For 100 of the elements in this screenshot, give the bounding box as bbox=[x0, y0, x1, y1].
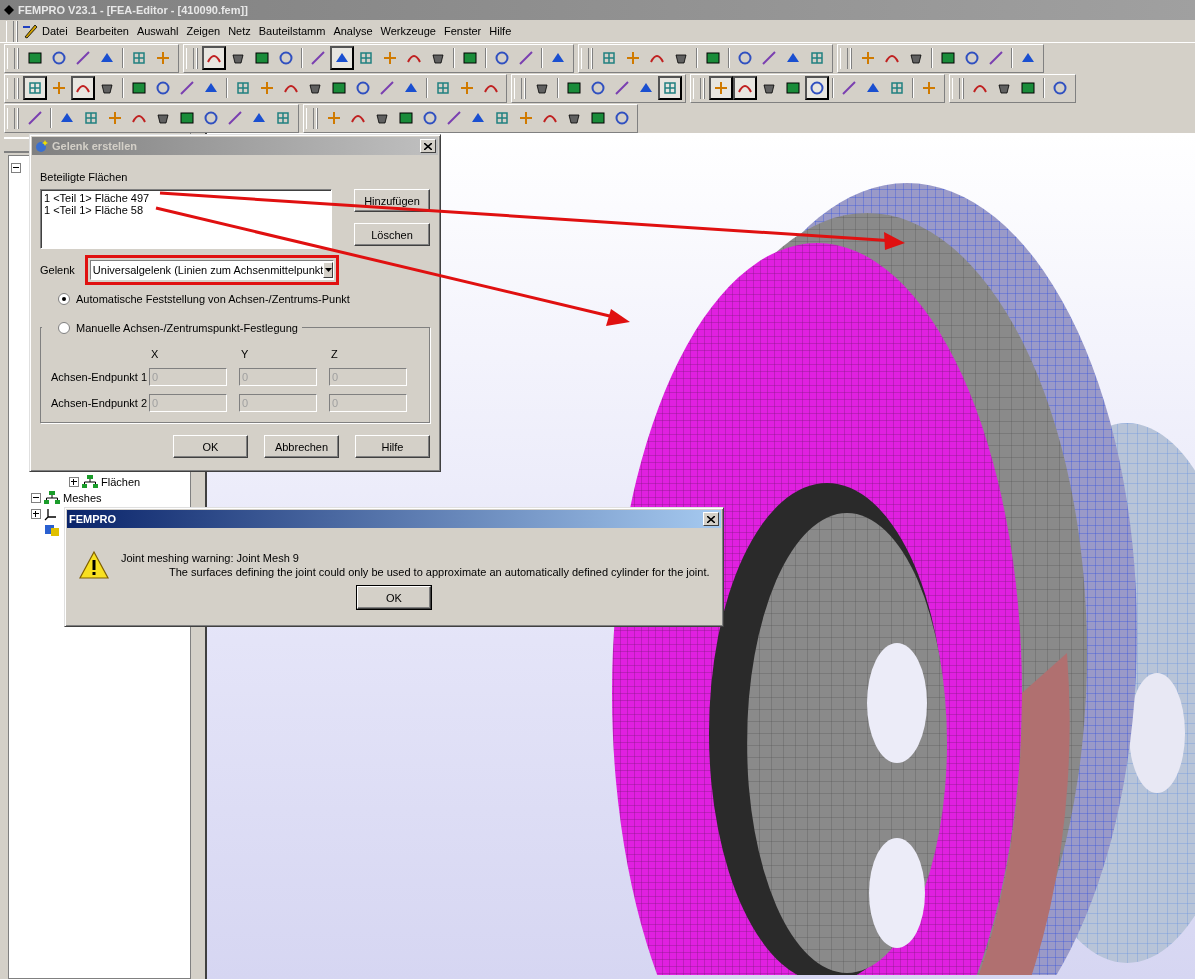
toolbar-icon bbox=[27, 110, 43, 126]
close-icon bbox=[707, 515, 715, 523]
toolbar-icon bbox=[358, 50, 374, 66]
toolbar-icon bbox=[131, 80, 147, 96]
toolbar-icon bbox=[705, 50, 721, 66]
expand-icon[interactable] bbox=[31, 509, 41, 519]
ok-button[interactable]: OK bbox=[357, 586, 431, 609]
radio-button[interactable] bbox=[58, 322, 70, 334]
column-heading: Z bbox=[330, 348, 339, 360]
side-button[interactable]: Löschen bbox=[354, 223, 430, 246]
toolbar-icon bbox=[988, 50, 1004, 66]
menu-item[interactable]: Analyse bbox=[329, 25, 377, 37]
window-title: FEMPRO V23.1 - [FEA-Editor - [410090.fem]] bbox=[18, 4, 248, 16]
toolbar-icon bbox=[761, 50, 777, 66]
toolbar-icon bbox=[235, 80, 251, 96]
toolbar-button[interactable] bbox=[805, 76, 829, 100]
toolbar-button[interactable] bbox=[658, 76, 682, 100]
toolbar-icon bbox=[422, 110, 438, 126]
toolbar-icon bbox=[809, 50, 825, 66]
radio-label: Manuelle Achsen-/Zentrumspunkt-Festlegung bbox=[76, 322, 298, 334]
toolbar-icon bbox=[494, 50, 510, 66]
toolbar-icon bbox=[446, 110, 462, 126]
expand-icon[interactable] bbox=[69, 477, 79, 487]
toolbar-icon bbox=[435, 80, 451, 96]
toolbar-icon bbox=[382, 50, 398, 66]
menu-item[interactable]: Datei bbox=[38, 25, 72, 37]
toolbar-icon bbox=[27, 50, 43, 66]
list-item[interactable]: 1 <Teil 1> Fläche 58 bbox=[44, 204, 328, 216]
toolbar-icon bbox=[51, 80, 67, 96]
toolbar-icon bbox=[614, 80, 630, 96]
toolbar-button[interactable] bbox=[202, 46, 226, 70]
toolbar-icon bbox=[275, 110, 291, 126]
menu-item[interactable]: Zeigen bbox=[182, 25, 225, 37]
toolbar-icon bbox=[310, 50, 326, 66]
hierarchy-icon bbox=[44, 491, 60, 505]
column-heading: X bbox=[150, 348, 160, 360]
hierarchy-icon bbox=[82, 475, 98, 489]
joint-dropdown[interactable]: Universalgelenk (Linien zum Achsenmittelpunkt bbox=[89, 260, 334, 280]
toolbar-button[interactable] bbox=[733, 76, 757, 100]
warning-heading: Joint meshing warning: Joint Mesh 9 bbox=[121, 552, 300, 564]
collapse-icon[interactable] bbox=[11, 163, 21, 173]
collapse-icon[interactable] bbox=[31, 493, 41, 503]
toolbar-button[interactable] bbox=[709, 76, 733, 100]
toolbar-icon bbox=[590, 110, 606, 126]
toolbar-icon bbox=[964, 50, 980, 66]
tree-item[interactable]: Meshes bbox=[63, 492, 102, 504]
dialog-title: Gelenk erstellen bbox=[52, 140, 137, 152]
toolbar-icon bbox=[889, 80, 905, 96]
list-item[interactable]: 1 <Teil 1> Fläche 497 bbox=[44, 192, 328, 204]
dropdown-button[interactable] bbox=[323, 262, 333, 278]
toolbar-icon bbox=[459, 80, 475, 96]
toolbar-icon bbox=[331, 80, 347, 96]
toolbar-icon bbox=[601, 50, 617, 66]
toolbar-icon bbox=[590, 80, 606, 96]
axis-icon bbox=[44, 507, 58, 521]
row-label: Achsen-Endpunkt 1 bbox=[51, 371, 148, 383]
dialog-button[interactable]: Hilfe bbox=[355, 435, 430, 458]
warning-message: The surfaces defining the joint could only be used to approximate an automatically defined cylinder for the joint. bbox=[168, 566, 710, 578]
toolbar-icon bbox=[860, 50, 876, 66]
warning-icon bbox=[79, 550, 109, 580]
column-heading: Y bbox=[240, 348, 250, 360]
toolbar-icon bbox=[940, 50, 956, 66]
toolbar-icon bbox=[179, 80, 195, 96]
toolbar-icon bbox=[494, 110, 510, 126]
dialog-button[interactable]: OK bbox=[173, 435, 248, 458]
toolbar-icon bbox=[203, 110, 219, 126]
toolbar-icon bbox=[107, 110, 123, 126]
toolbar-icon bbox=[737, 50, 753, 66]
toolbar-icon bbox=[227, 110, 243, 126]
toolbar-icon bbox=[625, 50, 641, 66]
toolbar-icon bbox=[713, 80, 729, 96]
menu-item[interactable]: Auswahl bbox=[132, 25, 183, 37]
toolbar-button[interactable] bbox=[330, 46, 354, 70]
menu-item[interactable]: Bearbeiten bbox=[71, 25, 133, 37]
radio-button[interactable] bbox=[58, 293, 70, 305]
dialog-title: FEMPRO bbox=[69, 513, 117, 525]
menu-item[interactable]: Hilfe bbox=[485, 25, 516, 37]
toolbar-icon bbox=[155, 80, 171, 96]
toolbar-icon bbox=[355, 80, 371, 96]
radio-label: Automatische Feststellung von Achsen-/Zentrums-Punkt bbox=[76, 293, 350, 305]
toolbar-icon bbox=[83, 110, 99, 126]
close-button[interactable] bbox=[703, 512, 719, 526]
toolbar-icon bbox=[921, 80, 937, 96]
toolbar-icon bbox=[259, 80, 275, 96]
toolbar-icon bbox=[462, 50, 478, 66]
toolbar-icon bbox=[566, 80, 582, 96]
tree-item[interactable]: Flächen bbox=[101, 476, 141, 488]
toolbar-icon bbox=[155, 50, 171, 66]
faces-label: Beteiligte Flächen bbox=[40, 171, 129, 183]
close-button[interactable] bbox=[420, 139, 436, 153]
toolbar-button[interactable] bbox=[23, 76, 47, 100]
menu-item[interactable]: Werkzeuge bbox=[376, 25, 440, 37]
menu-item[interactable]: Fenster bbox=[439, 25, 486, 37]
toolbar-button[interactable] bbox=[71, 76, 95, 100]
app-icon bbox=[4, 5, 14, 15]
caret-icon bbox=[324, 268, 332, 272]
dialog-button[interactable]: Abbrechen bbox=[264, 435, 339, 458]
menu-item[interactable]: Bauteilstamm bbox=[254, 25, 330, 37]
menu-item[interactable]: Netz bbox=[224, 25, 255, 37]
part-icon bbox=[44, 523, 60, 537]
